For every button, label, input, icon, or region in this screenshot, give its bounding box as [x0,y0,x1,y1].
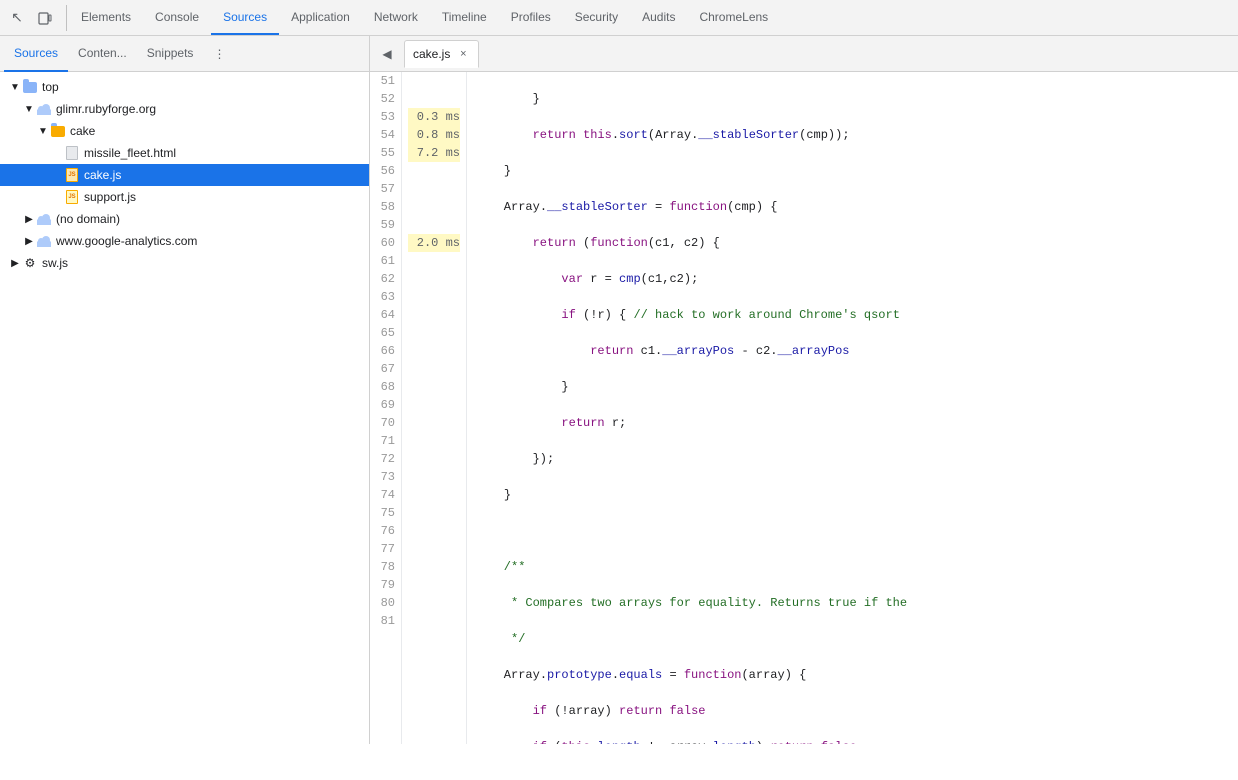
arrow-no-domain: ▶ [22,212,36,226]
arrow-glimr: ▼ [22,102,36,116]
tab-elements[interactable]: Elements [69,0,143,35]
main-nav-tabs: Elements Console Sources Application Net… [69,0,1234,35]
editor-tab-close[interactable]: × [456,47,470,61]
tab-profiles[interactable]: Profiles [499,0,563,35]
file-tree: ▼ top ▼ glimr.rubyforge. [0,72,369,744]
file-icon-html [64,145,80,161]
tree-item-cake-folder[interactable]: ▼ cake [0,120,369,142]
tree-label-missile-fleet: missile_fleet.html [84,146,176,160]
tab-timeline[interactable]: Timeline [430,0,499,35]
tree-item-cake-js[interactable]: JS cake.js [0,164,369,186]
code-editor[interactable]: 51 52 53 54 55 56 57 58 59 60 61 62 63 6… [370,72,1238,744]
tree-item-support-js[interactable]: JS support.js [0,186,369,208]
tree-label-cake: cake [70,124,95,138]
tab-chromelens[interactable]: ChromeLens [687,0,780,35]
editor-back-button[interactable]: ◀ [374,41,400,67]
cloud-icon-no-domain [36,211,52,227]
subtab-snippets[interactable]: Snippets [137,36,204,72]
file-icon-cake-js: JS [64,167,80,183]
arrow-top: ▼ [8,80,22,94]
arrow-support-js [50,190,64,204]
subtab-sources[interactable]: Sources [4,36,68,72]
timing-column: 0.3 ms 0.8 ms 7.2 ms 2.0 ms [402,72,467,744]
tab-console[interactable]: Console [143,0,211,35]
file-icon-support-js: JS [64,189,80,205]
arrow-sw-js: ▶ [8,256,22,270]
tree-item-missile-fleet[interactable]: missile_fleet.html [0,142,369,164]
tree-label-glimr: glimr.rubyforge.org [56,102,156,116]
more-tabs-button[interactable]: ⋮ [205,40,233,68]
tab-audits[interactable]: Audits [630,0,687,35]
arrow-cake: ▼ [36,124,50,138]
arrow-google-analytics: ▶ [22,234,36,248]
arrow-missile [50,146,64,160]
tab-application[interactable]: Application [279,0,362,35]
folder-icon-top [22,79,38,95]
tree-item-top[interactable]: ▼ top [0,76,369,98]
tree-item-google-analytics[interactable]: ▶ www.google-analytics.com [0,230,369,252]
tree-item-sw-js[interactable]: ▶ ⚙ sw.js [0,252,369,274]
left-panel: Sources Conten... Snippets ⋮ ▼ top ▼ [0,36,370,744]
subtab-content[interactable]: Conten... [68,36,137,72]
sub-tabs-bar: Sources Conten... Snippets ⋮ [0,36,369,72]
tree-item-glimr[interactable]: ▼ glimr.rubyforge.org [0,98,369,120]
tab-network[interactable]: Network [362,0,430,35]
main-area: Sources Conten... Snippets ⋮ ▼ top ▼ [0,36,1238,744]
devtools-toolbar: ↖ Elements Console Sources Application N… [0,0,1238,36]
tree-label-google-analytics: www.google-analytics.com [56,234,197,248]
tree-label-support-js: support.js [84,190,136,204]
toolbar-icon-group: ↖ [4,5,67,31]
tree-label-top: top [42,80,59,94]
tree-label-sw-js: sw.js [42,256,68,270]
tree-label-no-domain: (no domain) [56,212,120,226]
folder-icon-cake [50,123,66,139]
line-numbers: 51 52 53 54 55 56 57 58 59 60 61 62 63 6… [370,72,402,744]
tab-sources[interactable]: Sources [211,0,279,35]
tree-label-cake-js: cake.js [84,168,121,182]
device-icon[interactable] [32,5,58,31]
gear-icon-sw-js: ⚙ [22,255,38,271]
editor-tab-filename: cake.js [413,47,450,61]
cloud-icon-glimr [36,101,52,117]
arrow-cake-js [50,168,64,182]
cloud-icon-google-analytics [36,233,52,249]
code-content: } return this.sort(Array.__stableSorter(… [467,72,1238,744]
right-panel: ◀ cake.js × 51 52 53 54 55 56 57 58 59 6… [370,36,1238,744]
tab-security[interactable]: Security [563,0,630,35]
cursor-icon[interactable]: ↖ [4,5,30,31]
editor-tabs-bar: ◀ cake.js × [370,36,1238,72]
tree-item-no-domain[interactable]: ▶ (no domain) [0,208,369,230]
editor-tab-cake-js[interactable]: cake.js × [404,40,479,68]
